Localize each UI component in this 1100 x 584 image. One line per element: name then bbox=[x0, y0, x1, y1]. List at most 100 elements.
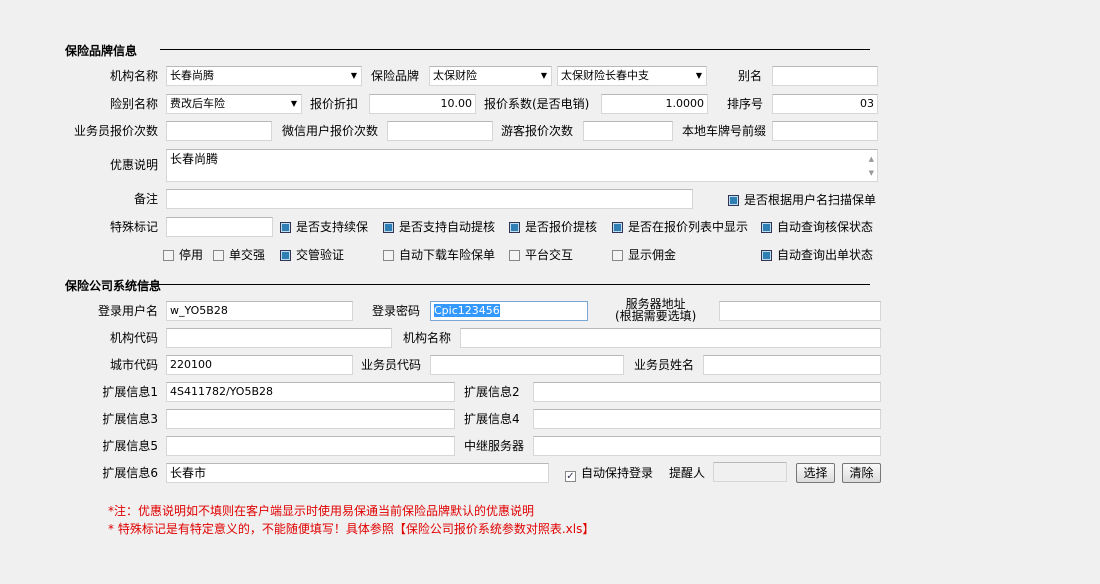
reminder-label: 提醒人 bbox=[669, 466, 706, 480]
ext3-input[interactable] bbox=[166, 409, 455, 429]
ext1-input[interactable]: 4S411782/YO5B28 bbox=[166, 382, 455, 402]
agent-count-label: 业务员报价次数 bbox=[73, 124, 158, 138]
checkbox-icon bbox=[509, 222, 520, 233]
brand-value: 太保财险 bbox=[433, 69, 477, 82]
org-select[interactable]: 长春尚腾 ▼ bbox=[166, 66, 362, 86]
agent-count-input[interactable] bbox=[166, 121, 272, 141]
note-promo: *注：优惠说明如不填则在客户端显示时使用易保通当前保险品牌默认的优惠说明 bbox=[108, 504, 535, 518]
check-renewal[interactable]: 是否支持续保 bbox=[280, 220, 368, 234]
ext2-input[interactable] bbox=[533, 382, 881, 402]
scan-checkbox[interactable]: 是否根据用户名扫描保单 bbox=[728, 193, 876, 207]
special-input[interactable] bbox=[166, 217, 273, 237]
alias-input[interactable] bbox=[772, 66, 878, 86]
plate-prefix-label: 本地车牌号前缀 bbox=[682, 124, 767, 138]
server-hint: (根据需要选填) bbox=[615, 309, 697, 323]
city-input[interactable]: 220100 bbox=[166, 355, 353, 375]
checkbox-icon bbox=[280, 250, 291, 261]
city-label: 城市代码 bbox=[109, 358, 158, 372]
server-input[interactable] bbox=[719, 301, 881, 321]
org-label: 机构名称 bbox=[109, 69, 158, 83]
orgcode-input[interactable] bbox=[166, 328, 392, 348]
divider bbox=[140, 284, 870, 285]
agentname-input[interactable] bbox=[703, 355, 881, 375]
ext4-label: 扩展信息4 bbox=[464, 412, 520, 426]
check-traffic-verify[interactable]: 交管验证 bbox=[280, 248, 344, 262]
check-show-in-list[interactable]: 是否在报价列表中显示 bbox=[612, 220, 748, 234]
check-quote-submit[interactable]: 是否报价提核 bbox=[509, 220, 597, 234]
org-value: 长春尚腾 bbox=[170, 69, 214, 82]
check-label: 交管验证 bbox=[296, 248, 345, 262]
check-label: 停用 bbox=[179, 248, 204, 262]
user-label: 登录用户名 bbox=[97, 304, 158, 318]
checkbox-icon bbox=[383, 222, 394, 233]
promo-textarea[interactable]: 长春尚腾 ▲ ▼ bbox=[166, 149, 878, 182]
checkbox-icon bbox=[612, 250, 623, 261]
checkbox-icon bbox=[163, 250, 174, 261]
user-input[interactable]: w_YO5B28 bbox=[166, 301, 353, 321]
branch-value: 太保财险长春中支 bbox=[561, 69, 649, 82]
check-icon: ✓ bbox=[565, 471, 576, 482]
ext4-input[interactable] bbox=[533, 409, 881, 429]
section-title-system: 保险公司系统信息 bbox=[65, 279, 162, 293]
orgname-input[interactable] bbox=[460, 328, 881, 348]
checkbox-icon bbox=[761, 250, 772, 261]
keep-login-checkbox[interactable]: ✓ 自动保持登录 bbox=[565, 466, 653, 482]
chevron-down-icon: ▼ bbox=[290, 99, 297, 108]
coef-label: 报价系数(是否电销) bbox=[484, 97, 590, 111]
server-label: 服务器地址 (根据需要选填) bbox=[615, 298, 696, 322]
coef-input[interactable]: 1.0000 bbox=[601, 94, 708, 114]
pwd-input[interactable]: Cpic123456 bbox=[430, 301, 588, 321]
select-button[interactable]: 选择 bbox=[796, 463, 835, 483]
note-special: * 特殊标记是有特定意义的，不能随便填写！具体参照【保险公司报价系统参数对照表.… bbox=[108, 522, 595, 536]
ext5-input[interactable] bbox=[166, 436, 455, 456]
check-disabled[interactable]: 停用 bbox=[163, 248, 203, 262]
ext1-label: 扩展信息1 bbox=[102, 385, 158, 399]
check-single-compulsory[interactable]: 单交强 bbox=[213, 248, 265, 262]
checkbox-icon bbox=[612, 222, 623, 233]
type-select[interactable]: 费改后车险 ▼ bbox=[166, 94, 302, 114]
scrollbar[interactable]: ▲ ▼ bbox=[869, 152, 874, 180]
wechat-count-input[interactable] bbox=[387, 121, 493, 141]
check-platform[interactable]: 平台交互 bbox=[509, 248, 573, 262]
checkbox-icon bbox=[280, 222, 291, 233]
check-label: 显示佣金 bbox=[628, 248, 677, 262]
order-input[interactable]: 03 bbox=[772, 94, 878, 114]
type-value: 费改后车险 bbox=[170, 97, 225, 110]
clear-button[interactable]: 清除 bbox=[842, 463, 881, 483]
ext6-input[interactable]: 长春市 bbox=[166, 463, 549, 483]
discount-input[interactable]: 10.00 bbox=[369, 94, 476, 114]
ext3-label: 扩展信息3 bbox=[102, 412, 158, 426]
wechat-count-label: 微信用户报价次数 bbox=[282, 124, 379, 138]
check-commission[interactable]: 显示佣金 bbox=[612, 248, 676, 262]
pwd-value: Cpic123456 bbox=[434, 304, 500, 317]
check-label: 单交强 bbox=[229, 248, 266, 262]
check-auto-issue[interactable]: 自动查询出单状态 bbox=[761, 248, 873, 262]
pwd-label: 登录密码 bbox=[372, 304, 421, 318]
guest-count-input[interactable] bbox=[583, 121, 673, 141]
keep-login-label: 自动保持登录 bbox=[581, 466, 654, 480]
check-label: 自动查询出单状态 bbox=[777, 248, 874, 262]
divider bbox=[160, 49, 870, 50]
promo-label: 优惠说明 bbox=[109, 158, 158, 172]
remark-label: 备注 bbox=[133, 192, 158, 206]
type-label: 险别名称 bbox=[109, 97, 158, 111]
agentname-label: 业务员姓名 bbox=[634, 358, 695, 372]
ext6-label: 扩展信息6 bbox=[102, 466, 158, 480]
agentcode-input[interactable] bbox=[430, 355, 624, 375]
reminder-input[interactable] bbox=[713, 462, 787, 482]
section-title-brand: 保险品牌信息 bbox=[65, 44, 138, 58]
relay-input[interactable] bbox=[533, 436, 881, 456]
checkbox-icon bbox=[728, 195, 739, 206]
special-label: 特殊标记 bbox=[109, 220, 158, 234]
check-auto-submit[interactable]: 是否支持自动提核 bbox=[383, 220, 495, 234]
check-label: 是否报价提核 bbox=[525, 220, 598, 234]
checkbox-icon bbox=[761, 222, 772, 233]
remark-input[interactable] bbox=[166, 189, 693, 209]
check-auto-underwrite[interactable]: 自动查询核保状态 bbox=[761, 220, 873, 234]
branch-select[interactable]: 太保财险长春中支 ▼ bbox=[557, 66, 707, 86]
chevron-down-icon: ▼ bbox=[540, 71, 547, 80]
check-label: 是否在报价列表中显示 bbox=[628, 220, 749, 234]
brand-select[interactable]: 太保财险 ▼ bbox=[429, 66, 552, 86]
check-auto-download[interactable]: 自动下载车险保单 bbox=[383, 248, 495, 262]
plate-prefix-input[interactable] bbox=[772, 121, 878, 141]
